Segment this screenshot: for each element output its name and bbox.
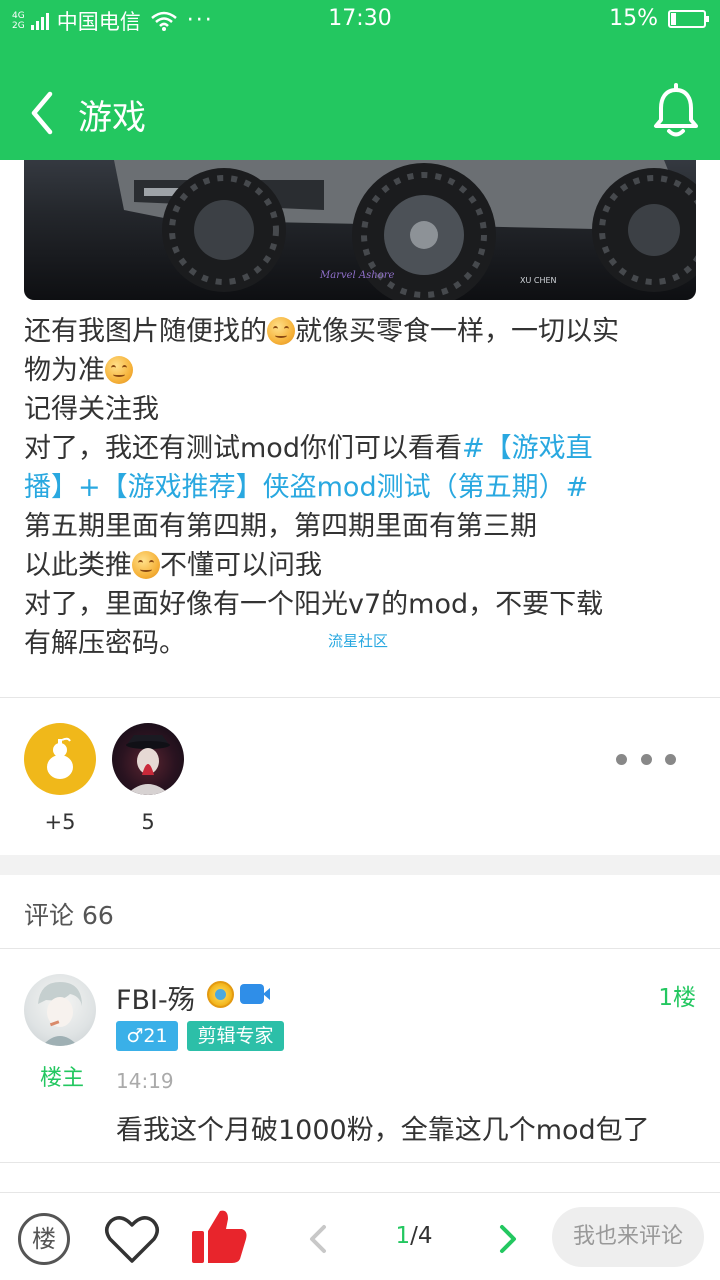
gourd-icon: [47, 737, 73, 779]
divider: [0, 948, 720, 949]
post-text: 不懂可以问我: [160, 550, 322, 581]
floor-jump-button[interactable]: 楼: [18, 1213, 70, 1265]
liker-count: +5: [44, 810, 76, 834]
comment-text[interactable]: 看我这个月破1000粉，全靠这几个mod包了: [116, 1108, 650, 1147]
comment-time: 14:19: [116, 1069, 174, 1093]
heart-icon: [105, 1216, 159, 1263]
smile-emoji-icon: [267, 317, 295, 345]
post-line: 对了，里面好像有一个阳光v7的mod，不要下载: [24, 585, 700, 624]
commenter-avatar[interactable]: [24, 974, 96, 1046]
image-watermark-1: Marvel Ashore: [320, 270, 395, 281]
source-tag[interactable]: 流星社区: [328, 630, 388, 651]
notification-button[interactable]: [650, 82, 702, 142]
page-current: 1: [395, 1223, 411, 1249]
page-title: 游戏: [78, 98, 146, 138]
liker-avatar-gourd[interactable]: [24, 723, 96, 795]
post-line: 还有我图片随便找的 就像买零食一样，一切以实: [24, 312, 700, 351]
post-line: 物为准: [24, 351, 700, 390]
write-comment-button[interactable]: 我也来评论: [552, 1207, 704, 1267]
liker-count: 5: [141, 810, 155, 834]
level-badge-icon: [207, 981, 234, 1008]
chevron-left-icon: [31, 91, 53, 135]
image-watermark-2: XU CHEN: [520, 276, 557, 285]
divider: [0, 1162, 720, 1163]
post-line: 记得关注我: [24, 390, 700, 429]
more-dots-icon[interactable]: [616, 748, 676, 770]
status-right: 15%: [609, 6, 709, 31]
post-text: 有解压密码。: [24, 628, 186, 659]
back-button[interactable]: [22, 86, 66, 140]
liker-avatar[interactable]: [112, 723, 184, 795]
post-text: 第五期里面有第四期，第四期里面有第三期: [24, 511, 537, 542]
app-header: 4G 2G 中国电信 ··· 17:30 15% 游戏: [0, 0, 720, 160]
op-tag: 楼主: [40, 1066, 85, 1091]
like-button[interactable]: [188, 1207, 248, 1267]
post-text: 对了，里面好像有一个阳光v7的mod，不要下载: [24, 589, 604, 620]
post-line: 第五期里面有第四期，第四期里面有第三期: [24, 507, 700, 546]
divider: [0, 697, 720, 698]
next-page-button[interactable]: [492, 1221, 524, 1257]
bottom-action-bar: 楼 1/4 我也来评论: [0, 1192, 720, 1280]
post-line: 以此类推 不懂可以问我: [24, 546, 700, 585]
title-bar: 游戏: [0, 70, 720, 156]
prev-page-button[interactable]: [302, 1221, 334, 1257]
post-text: 物为准: [24, 355, 105, 386]
topic-link[interactable]: 播】+【游戏推荐】侠盗mod测试（第五期）#: [24, 472, 588, 503]
smile-emoji-icon: [132, 551, 160, 579]
post-text: 记得关注我: [24, 394, 159, 425]
post-image[interactable]: Marvel Ashore XU CHEN: [24, 140, 696, 300]
post-text: 还有我图片随便找的: [24, 316, 267, 347]
section-gap: [0, 855, 720, 875]
user-avatar-image: [126, 735, 170, 795]
post-body: 还有我图片随便找的 就像买零食一样，一切以实 物为准 记得关注我 对了，我还有测试…: [24, 312, 700, 663]
chevron-left-icon: [310, 1225, 326, 1253]
post-text: 以此类推: [24, 550, 132, 581]
chevron-right-icon: [500, 1225, 516, 1253]
favorite-button[interactable]: [104, 1213, 160, 1265]
thumbs-up-icon: [192, 1210, 247, 1263]
video-creator-icon: [240, 984, 270, 1004]
floor-number: 1楼: [658, 985, 696, 1011]
status-bar: 4G 2G 中国电信 ··· 17:30 15%: [0, 0, 720, 38]
post-text: 对了，我还有测试mod你们可以看看: [24, 433, 462, 464]
post-line: 对了，我还有测试mod你们可以看看#【游戏直: [24, 429, 700, 468]
user-avatar-image: [38, 982, 82, 1046]
title-badge: 剪辑专家: [187, 1021, 284, 1051]
comments-count-header: 评论 66: [24, 901, 114, 930]
bell-icon: [654, 83, 698, 137]
page-total: /4: [410, 1223, 433, 1249]
post-text: 就像买零食一样，一切以实: [295, 316, 619, 347]
battery-percent: 15%: [609, 6, 658, 31]
battery-fill: [671, 12, 676, 25]
battery-icon: [668, 9, 709, 28]
page-indicator[interactable]: 1/4: [372, 1223, 456, 1249]
smile-emoji-icon: [105, 356, 133, 384]
commenter-name[interactable]: FBI-殇: [116, 978, 195, 1017]
post-line: 播】+【游戏推荐】侠盗mod测试（第五期）#: [24, 468, 700, 507]
topic-link[interactable]: #【游戏直: [462, 433, 593, 464]
gender-level-badge: ♂21: [116, 1021, 178, 1051]
